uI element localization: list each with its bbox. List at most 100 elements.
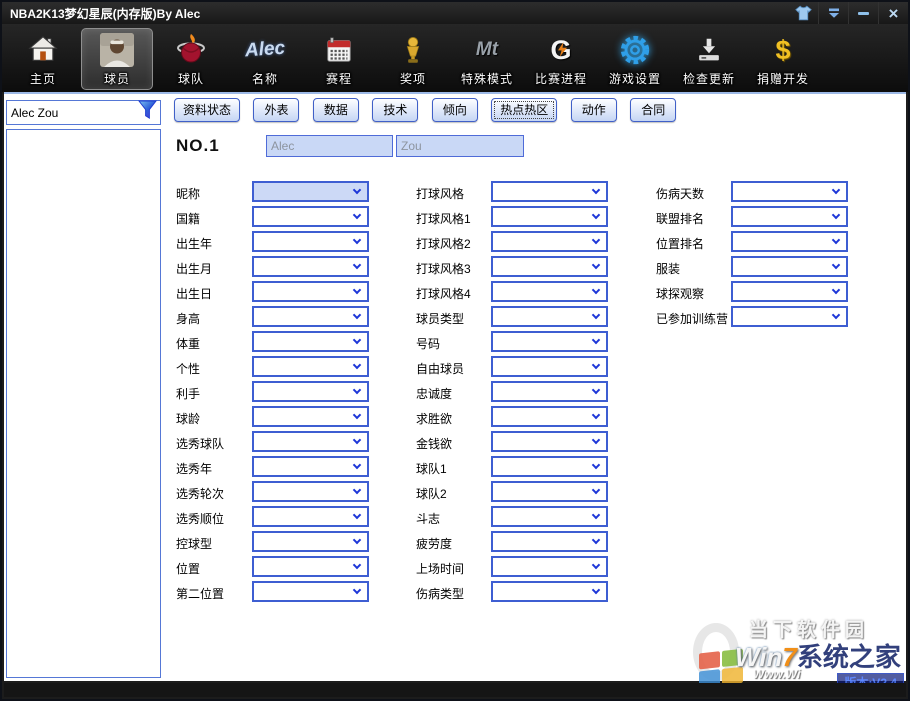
field-dropdown[interactable] [252, 431, 369, 452]
toolbar-item-check-update[interactable]: 检查更新 [673, 28, 745, 90]
field-dropdown[interactable] [252, 231, 369, 252]
field-dropdown[interactable] [731, 306, 848, 327]
field-dropdown[interactable] [491, 531, 608, 552]
field-dropdown[interactable] [491, 431, 608, 452]
toolbar-label: 球员 [104, 70, 130, 87]
field-dropdown[interactable] [491, 456, 608, 477]
status-bar [4, 683, 906, 697]
field-dropdown[interactable] [491, 381, 608, 402]
field-label: 已参加训练营 [656, 310, 728, 327]
field-row: 国籍 [174, 206, 414, 231]
field-dropdown[interactable] [491, 306, 608, 327]
chevron-down-icon [592, 236, 600, 244]
field-dropdown[interactable] [252, 331, 369, 352]
field-dropdown[interactable] [252, 356, 369, 377]
tab-hotspots[interactable]: 热点热区 [491, 98, 557, 122]
field-dropdown[interactable] [252, 556, 369, 577]
field-row: 伤病类型 [414, 581, 654, 606]
toolbar-label: 游戏设置 [609, 70, 661, 87]
field-label: 选秀年 [176, 460, 212, 477]
field-dropdown[interactable] [491, 356, 608, 377]
player-search-box[interactable] [6, 100, 161, 125]
funnel-icon[interactable] [138, 100, 157, 126]
close-button[interactable]: × [878, 2, 908, 24]
watermark-site-name: 当下软件园 [749, 615, 869, 642]
field-dropdown[interactable] [731, 256, 848, 277]
field-dropdown[interactable] [252, 531, 369, 552]
tab-animations[interactable]: 动作 [571, 98, 617, 122]
field-dropdown[interactable] [731, 206, 848, 227]
field-dropdown[interactable] [491, 331, 608, 352]
field-row: 出生年 [174, 231, 414, 256]
field-label: 出生年 [176, 235, 212, 252]
toolbar-item-awards[interactable]: 奖项 [377, 28, 449, 90]
toolbar-item-player[interactable]: 球员 [81, 28, 153, 90]
field-dropdown[interactable] [252, 281, 369, 302]
field-dropdown[interactable] [252, 306, 369, 327]
toolbar-label: 赛程 [326, 70, 352, 87]
tab-appearance[interactable]: 外表 [253, 98, 299, 122]
tab-tendency[interactable]: 倾向 [432, 98, 478, 122]
toolbar-label: 特殊模式 [461, 70, 513, 87]
tab-skills[interactable]: 技术 [372, 98, 418, 122]
toolbar-item-home[interactable]: 主页 [7, 28, 79, 90]
field-dropdown[interactable] [491, 181, 608, 202]
field-dropdown[interactable] [252, 206, 369, 227]
watermark-url: Www.Wi [753, 667, 800, 681]
field-dropdown[interactable] [491, 581, 608, 602]
search-input[interactable] [7, 105, 138, 121]
field-dropdown[interactable] [491, 256, 608, 277]
field-row: 打球风格1 [414, 206, 654, 231]
chevron-down-icon [592, 211, 600, 219]
player-list[interactable] [6, 129, 161, 678]
toolbar-item-donate[interactable]: $ 捐赠开发 [747, 28, 819, 90]
field-dropdown[interactable] [252, 406, 369, 427]
field-row: 体重 [174, 331, 414, 356]
field-dropdown[interactable] [491, 206, 608, 227]
field-dropdown[interactable] [252, 581, 369, 602]
dollar-icon: $ [775, 30, 790, 70]
field-label: 位置 [176, 560, 200, 577]
chevron-down-icon [592, 536, 600, 544]
last-name-field[interactable] [396, 135, 524, 157]
toolbar-item-names[interactable]: Alec 名称 [229, 28, 301, 90]
field-row: 伤病天数 [654, 181, 894, 206]
field-dropdown[interactable] [491, 556, 608, 577]
field-dropdown[interactable] [252, 506, 369, 527]
toolbar-item-game-settings[interactable]: 游戏设置 [599, 28, 671, 90]
tab-profile-status[interactable]: 资料状态 [174, 98, 240, 122]
jersey-icon[interactable] [788, 2, 818, 24]
chevron-down-icon [592, 186, 600, 194]
collapse-menu-icon[interactable] [818, 2, 848, 24]
chevron-down-icon [353, 536, 361, 544]
field-dropdown[interactable] [252, 181, 369, 202]
field-dropdown[interactable] [731, 281, 848, 302]
field-dropdown[interactable] [491, 406, 608, 427]
field-dropdown[interactable] [252, 381, 369, 402]
tab-contract[interactable]: 合同 [630, 98, 676, 122]
minimize-button[interactable] [848, 2, 878, 24]
field-row: 已参加训练营 [654, 306, 894, 331]
toolbar-label: 奖项 [400, 70, 426, 87]
field-row: 球龄 [174, 406, 414, 431]
tab-data[interactable]: 数据 [313, 98, 359, 122]
field-dropdown[interactable] [252, 481, 369, 502]
field-dropdown[interactable] [252, 256, 369, 277]
field-row: 斗志 [414, 506, 654, 531]
toolbar-item-schedule[interactable]: 赛程 [303, 28, 375, 90]
chevron-down-icon [832, 286, 840, 294]
chevron-down-icon [353, 336, 361, 344]
field-dropdown[interactable] [491, 506, 608, 527]
field-dropdown[interactable] [731, 231, 848, 252]
field-dropdown[interactable] [491, 281, 608, 302]
toolbar-item-game-progress[interactable]: G 比赛进程 [525, 28, 597, 90]
field-dropdown[interactable] [491, 481, 608, 502]
toolbar-item-team[interactable]: 球队 [155, 28, 227, 90]
mt-logo-icon: Mt [476, 30, 498, 70]
field-dropdown[interactable] [731, 181, 848, 202]
field-dropdown[interactable] [252, 456, 369, 477]
toolbar-item-special-mode[interactable]: Mt 特殊模式 [451, 28, 523, 90]
field-dropdown[interactable] [491, 231, 608, 252]
close-icon: × [889, 5, 899, 22]
first-name-field[interactable] [266, 135, 393, 157]
